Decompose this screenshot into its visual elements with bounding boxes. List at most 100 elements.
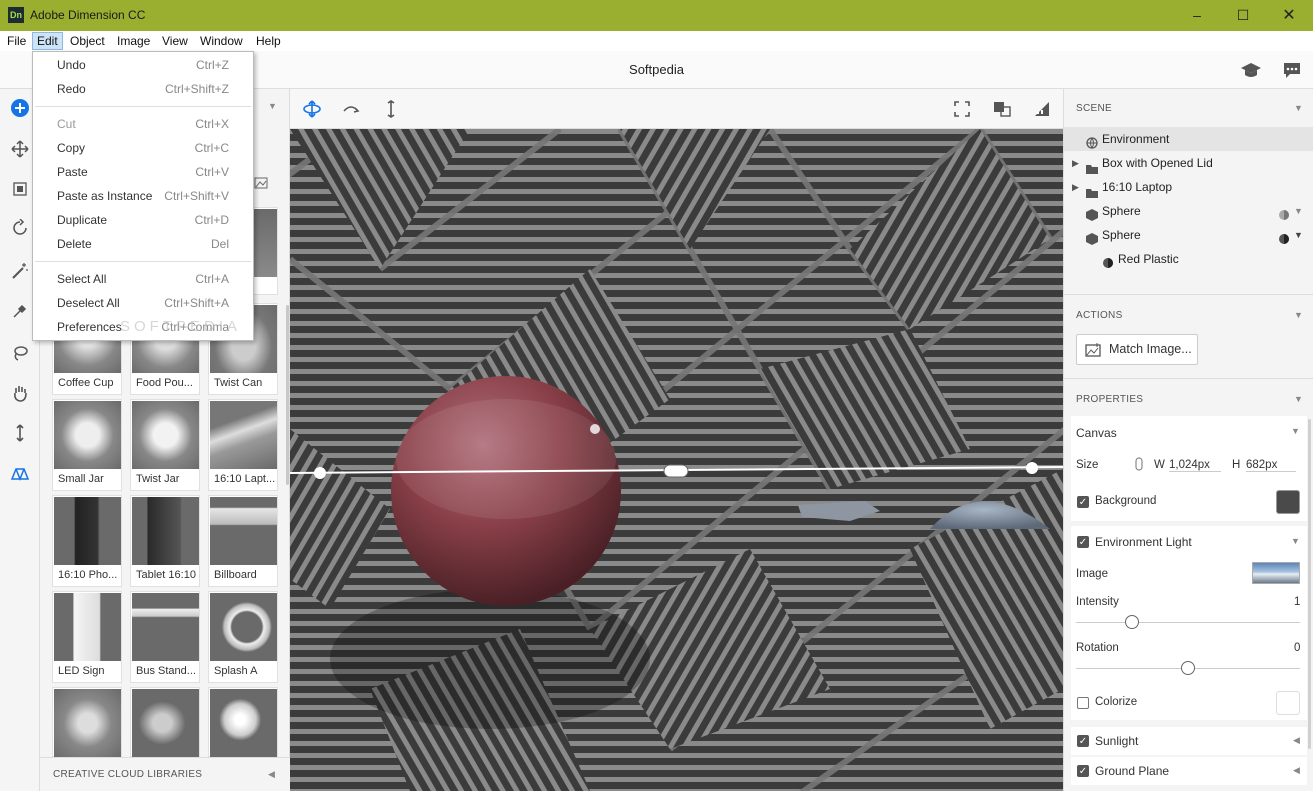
ground-plane-label: Ground Plane bbox=[1095, 764, 1170, 778]
sunlight-card[interactable]: ✓ Sunlight ◀ bbox=[1071, 727, 1307, 755]
environment-light-checkbox[interactable]: ✓ bbox=[1077, 536, 1089, 548]
scene-item-material[interactable]: Red Plastic bbox=[1064, 247, 1313, 271]
width-input[interactable]: 1,024px bbox=[1169, 459, 1221, 472]
move-icon[interactable] bbox=[8, 137, 32, 161]
scene-item-model[interactable]: Sphere ▼ bbox=[1064, 199, 1313, 223]
fit-view-icon[interactable] bbox=[952, 99, 972, 122]
expand-icon[interactable]: ◀ bbox=[1293, 765, 1300, 776]
camera-view-icon[interactable] bbox=[8, 461, 32, 485]
asset-tile[interactable]: 16:10 Lapt... bbox=[208, 399, 278, 491]
menu-help[interactable]: Help bbox=[252, 32, 285, 50]
scene-item-environment[interactable]: Environment bbox=[1064, 127, 1313, 151]
menu-object[interactable]: Object bbox=[66, 32, 109, 50]
background-checkbox[interactable]: ✓ bbox=[1077, 496, 1089, 508]
collapse-icon[interactable]: ▼ bbox=[1294, 394, 1303, 404]
orbit-icon[interactable] bbox=[8, 216, 32, 240]
scene-item-model[interactable]: Sphere ▼ bbox=[1064, 223, 1313, 247]
scene-item-group[interactable]: ▶ Box with Opened Lid bbox=[1064, 151, 1313, 175]
width-label: W bbox=[1154, 459, 1165, 471]
menu-separator bbox=[35, 106, 251, 107]
ground-plane-checkbox[interactable]: ✓ bbox=[1077, 765, 1089, 777]
add-icon[interactable] bbox=[8, 96, 32, 120]
item-menu-icon[interactable]: ▼ bbox=[1294, 199, 1303, 223]
link-icon[interactable] bbox=[1134, 457, 1144, 474]
environment-image-thumbnail[interactable] bbox=[1252, 562, 1300, 584]
scene-item-group[interactable]: ▶ 16:10 Laptop bbox=[1064, 175, 1313, 199]
menu-item-copy[interactable]: Copy Ctrl+C bbox=[33, 136, 253, 160]
maximize-icon[interactable]: ☐ bbox=[1220, 0, 1266, 31]
learn-icon[interactable] bbox=[1240, 60, 1262, 83]
menu-view[interactable]: View bbox=[158, 32, 192, 50]
match-image-button[interactable]: Match Image... bbox=[1076, 334, 1198, 365]
intensity-slider-handle[interactable] bbox=[1125, 615, 1139, 629]
ground-plane-card[interactable]: ✓ Ground Plane ◀ bbox=[1071, 757, 1307, 785]
asset-tile[interactable]: Tablet 16:10 bbox=[130, 495, 200, 587]
sunlight-checkbox[interactable]: ✓ bbox=[1077, 735, 1089, 747]
dolly-camera-icon[interactable] bbox=[381, 99, 401, 122]
menu-item-select-all[interactable]: Select All Ctrl+A bbox=[33, 267, 253, 291]
hand-icon[interactable] bbox=[8, 381, 32, 405]
item-menu-icon[interactable]: ▼ bbox=[1294, 223, 1303, 247]
feedback-icon[interactable] bbox=[1282, 60, 1302, 83]
background-color-swatch[interactable] bbox=[1276, 490, 1300, 514]
menu-item-paste-as-instance[interactable]: Paste as Instance Ctrl+Shift+V bbox=[33, 184, 253, 208]
app-logo-icon: Dn bbox=[8, 7, 24, 23]
collapse-icon[interactable]: ▼ bbox=[1294, 310, 1303, 320]
menu-item-duplicate[interactable]: Duplicate Ctrl+D bbox=[33, 208, 253, 232]
close-icon[interactable]: ✕ bbox=[1266, 0, 1312, 31]
asset-tile[interactable]: Billboard bbox=[208, 495, 278, 587]
asset-tile[interactable] bbox=[208, 687, 278, 757]
asset-tile[interactable]: Bus Stand... bbox=[130, 591, 200, 683]
assets-scrollbar[interactable] bbox=[286, 305, 289, 485]
asset-label: Bus Stand... bbox=[136, 665, 196, 677]
asset-tile[interactable]: 16:10 Pho... bbox=[52, 495, 122, 587]
window-title: Adobe Dimension CC bbox=[30, 8, 146, 22]
asset-tile[interactable]: Splash A bbox=[208, 591, 278, 683]
collapse-icon[interactable]: ▼ bbox=[1291, 426, 1300, 436]
asset-label: 16:10 Lapt... bbox=[214, 473, 276, 485]
menu-window[interactable]: Window bbox=[196, 32, 247, 50]
camera-bookmark-icon[interactable] bbox=[992, 99, 1012, 122]
rotate-camera-icon[interactable] bbox=[341, 99, 361, 122]
asset-label: Twist Jar bbox=[136, 473, 180, 485]
rotation-slider-handle[interactable] bbox=[1181, 661, 1195, 675]
menu-item-deselect-all[interactable]: Deselect All Ctrl+Shift+A bbox=[33, 291, 253, 315]
properties-scrollbar[interactable] bbox=[1308, 419, 1311, 749]
asset-tile[interactable]: Small Jar bbox=[52, 399, 122, 491]
expand-icon[interactable]: ▶ bbox=[1072, 151, 1079, 175]
menu-image[interactable]: Image bbox=[113, 32, 154, 50]
menu-item-paste[interactable]: Paste Ctrl+V bbox=[33, 160, 253, 184]
asset-tile[interactable] bbox=[130, 687, 200, 757]
colorize-color-swatch[interactable] bbox=[1276, 691, 1300, 715]
render-preview-icon[interactable] bbox=[1032, 99, 1052, 122]
intensity-slider-track[interactable] bbox=[1076, 622, 1300, 623]
menu-item-undo[interactable]: Undo Ctrl+Z bbox=[33, 53, 253, 77]
dolly-icon[interactable] bbox=[8, 421, 32, 445]
menu-item-redo[interactable]: Redo Ctrl+Shift+Z bbox=[33, 77, 253, 101]
collapse-icon[interactable]: ▼ bbox=[1294, 103, 1303, 113]
expand-icon[interactable]: ▶ bbox=[1072, 175, 1079, 199]
divider bbox=[1064, 294, 1313, 295]
collapse-icon[interactable]: ▼ bbox=[1291, 536, 1300, 546]
select-icon[interactable] bbox=[8, 177, 32, 201]
minimize-icon[interactable]: – bbox=[1174, 0, 1220, 31]
menu-edit[interactable]: Edit bbox=[32, 32, 63, 50]
3d-canvas[interactable] bbox=[290, 129, 1063, 791]
colorize-checkbox[interactable] bbox=[1077, 697, 1089, 709]
asset-tile[interactable] bbox=[52, 687, 122, 757]
collapse-icon[interactable]: ◀ bbox=[268, 769, 275, 780]
lasso-icon[interactable] bbox=[8, 341, 32, 365]
environment-light-card: ✓ Environment Light ▼ Image Intensity 1 … bbox=[1071, 526, 1307, 720]
menu-file[interactable]: File bbox=[3, 32, 30, 50]
asset-tile[interactable]: LED Sign bbox=[52, 591, 122, 683]
creative-cloud-libraries-bar[interactable]: CREATIVE CLOUD LIBRARIES ◀ bbox=[40, 757, 290, 791]
magic-wand-icon[interactable] bbox=[8, 259, 32, 283]
expand-icon[interactable]: ◀ bbox=[1293, 735, 1300, 746]
image-filter-icon[interactable] bbox=[254, 177, 268, 192]
asset-tile[interactable]: Twist Jar bbox=[130, 399, 200, 491]
menu-item-delete[interactable]: Delete Del bbox=[33, 232, 253, 256]
assets-dropdown-icon[interactable]: ▼ bbox=[268, 101, 277, 111]
height-input[interactable]: 682px bbox=[1246, 459, 1296, 472]
eyedropper-icon[interactable] bbox=[8, 299, 32, 323]
pan-camera-icon[interactable] bbox=[302, 99, 322, 122]
